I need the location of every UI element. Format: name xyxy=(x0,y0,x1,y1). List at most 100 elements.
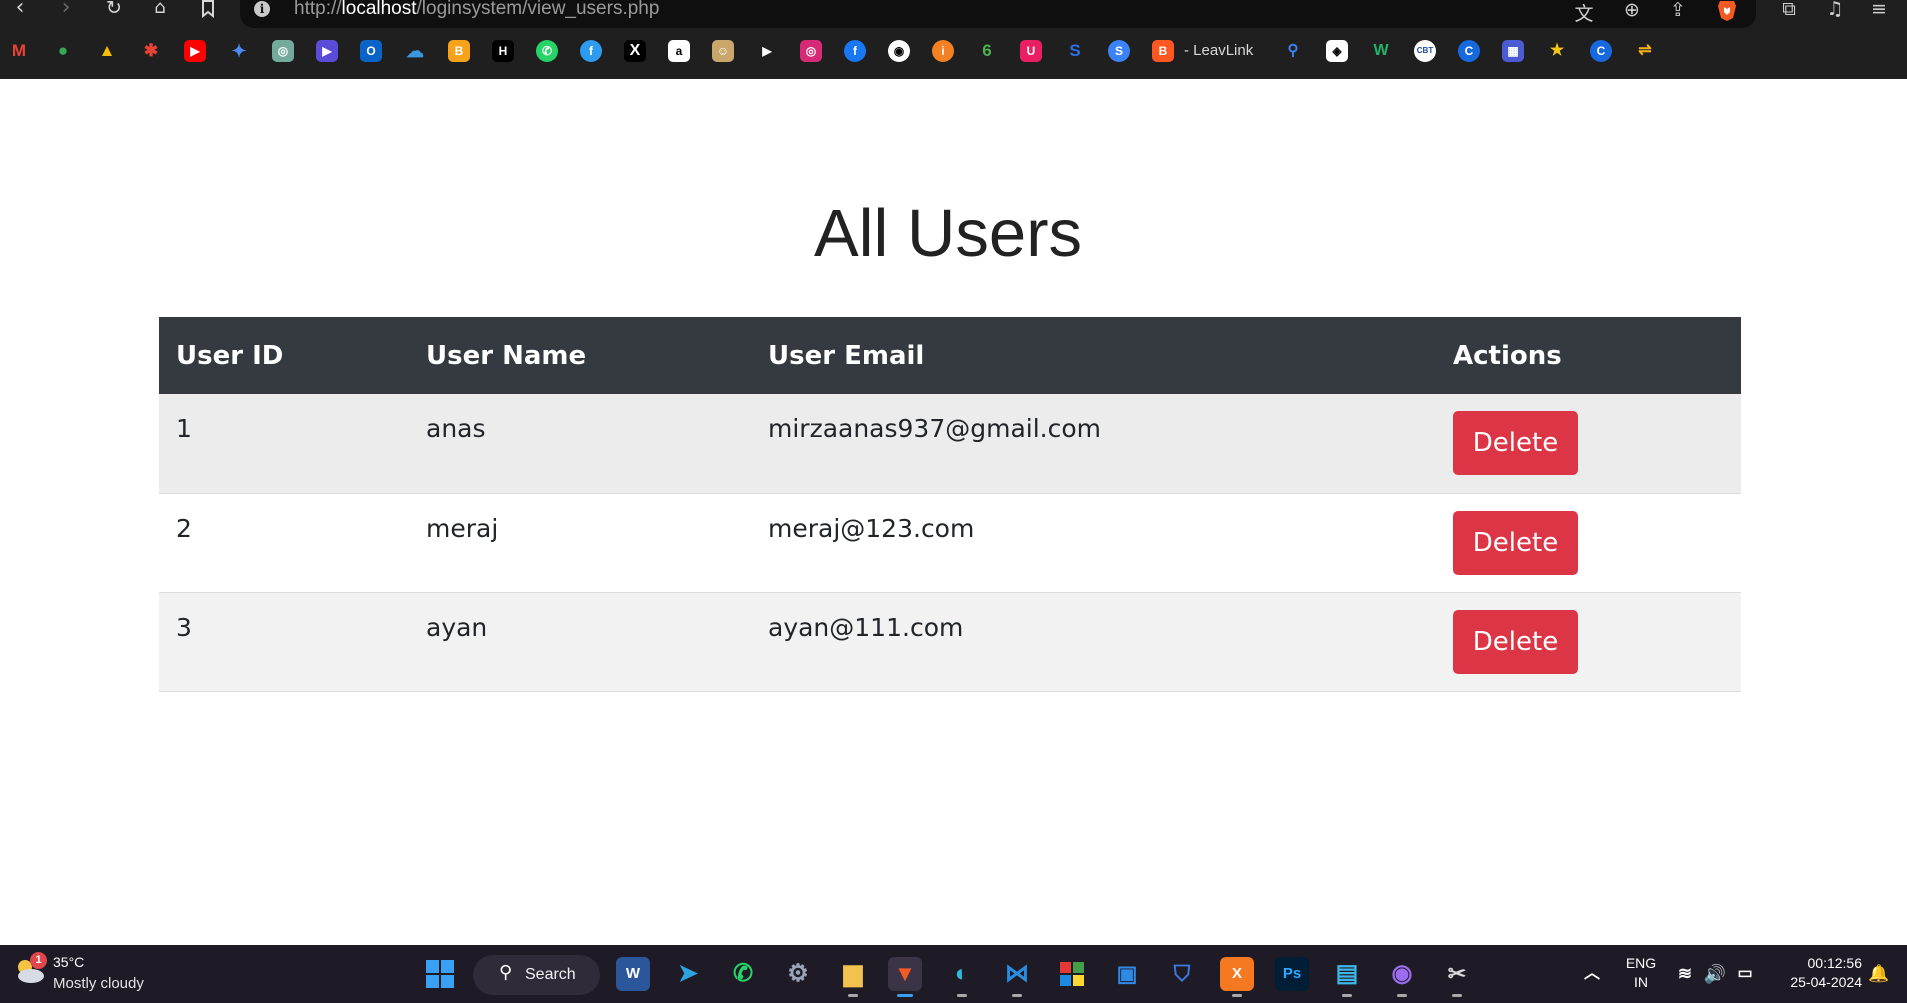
delete-button[interactable]: Delete xyxy=(1453,411,1578,475)
info-bookmark-icon[interactable]: i xyxy=(932,40,954,62)
bookmark-leavlink[interactable]: - LeavLink xyxy=(1184,42,1253,59)
column-header-user-email: User Email xyxy=(751,317,1436,394)
whatsapp-icon[interactable]: ✆ xyxy=(536,40,558,62)
github-icon[interactable]: ◉ xyxy=(888,40,910,62)
clock-date[interactable]: 25-04-2024 xyxy=(1772,974,1862,990)
menu-icon[interactable]: ≡ xyxy=(1866,0,1892,22)
chatgpt-icon[interactable]: ◎ xyxy=(272,40,294,62)
bookmark-arrow-icon[interactable]: ⇌ xyxy=(1634,40,1656,62)
maps-icon[interactable]: ● xyxy=(52,40,74,62)
language-indicator-top[interactable]: ENG xyxy=(1620,955,1662,971)
whatsapp-taskbar-icon[interactable]: ✆ xyxy=(726,957,760,991)
w-bookmark-icon[interactable]: W xyxy=(1370,40,1392,62)
home-icon[interactable]: ⌂ xyxy=(146,0,174,22)
codepen-icon[interactable]: ◈ xyxy=(1326,40,1348,62)
telegram-icon[interactable]: ➤ xyxy=(671,957,705,991)
vscode-icon[interactable]: ⋈ xyxy=(1000,957,1034,997)
defender-icon[interactable]: ⛉ xyxy=(1165,957,1199,991)
bookmark-s-icon[interactable]: S xyxy=(1064,40,1086,62)
x-icon[interactable]: X xyxy=(624,40,646,62)
search-bookmark-icon[interactable]: ⚲ xyxy=(1282,40,1304,62)
user-email-cell: ayan@111.com xyxy=(751,592,1436,692)
bookmark-u-icon[interactable]: U xyxy=(1020,40,1042,62)
table-row: 2 meraj meraj@123.com Delete xyxy=(159,493,1741,593)
user-id-cell: 1 xyxy=(159,394,409,494)
file-explorer-icon[interactable]: ▆ xyxy=(836,957,870,997)
extensions-icon[interactable]: ⧉ xyxy=(1776,0,1802,22)
snipping-tool-icon[interactable]: ✂ xyxy=(1440,957,1474,997)
photos-icon[interactable]: ✱ xyxy=(140,40,162,62)
blogger-icon[interactable]: B xyxy=(448,40,470,62)
reload-icon[interactable]: ↻ xyxy=(100,0,128,22)
facebook-icon[interactable]: f xyxy=(844,40,866,62)
url-text[interactable]: http://localhost/loginsystem/view_users.… xyxy=(294,0,659,20)
cbt-icon[interactable]: CBT xyxy=(1414,40,1436,62)
address-bar[interactable]: i http://localhost/loginsystem/view_user… xyxy=(240,0,1756,28)
weather-description[interactable]: Mostly cloudy xyxy=(53,975,144,992)
bookmark-icon[interactable] xyxy=(194,0,222,22)
gemini-icon[interactable]: ✦ xyxy=(228,40,250,62)
profile-bookmark-icon[interactable]: ☺ xyxy=(712,40,734,62)
back-arrow-icon[interactable]: ‹ xyxy=(6,0,34,22)
notepad-icon[interactable]: ▤ xyxy=(1330,957,1364,997)
blogger-leavlink-icon[interactable]: B xyxy=(1152,40,1174,62)
bookmark-c-icon[interactable]: C xyxy=(1458,40,1480,62)
flipkart-icon[interactable]: f xyxy=(580,40,602,62)
windows-start-icon[interactable] xyxy=(423,957,457,991)
site-info-icon[interactable]: i xyxy=(254,1,270,17)
share-icon[interactable]: ⇪ xyxy=(1666,0,1690,21)
user-name-cell: anas xyxy=(409,394,751,494)
language-indicator-bottom[interactable]: IN xyxy=(1620,974,1662,990)
bookmark-s2-icon[interactable]: S xyxy=(1108,40,1130,62)
taskbar-search-label: Search xyxy=(525,966,576,983)
translate-icon[interactable]: 文 xyxy=(1572,0,1596,25)
hackerrank-icon[interactable]: H xyxy=(492,40,514,62)
settings-gear-icon[interactable]: ⚙ xyxy=(781,957,815,991)
page-title: All Users xyxy=(813,196,1083,271)
store-icon[interactable]: ▣ xyxy=(1110,957,1144,991)
weather-temperature[interactable]: 35°C xyxy=(53,954,84,970)
play-icon[interactable]: ▶ xyxy=(756,40,778,62)
amazon-icon[interactable]: a xyxy=(668,40,690,62)
zoom-icon[interactable]: ⊕ xyxy=(1620,0,1644,21)
edge-icon[interactable]: ◐ xyxy=(945,957,979,997)
bookmark-c2-icon[interactable]: C xyxy=(1590,40,1612,62)
xampp-icon[interactable]: X xyxy=(1220,957,1254,997)
taskbar: 1 35°C Mostly cloudy ⚲ Search W ➤ ✆ ⚙ ▆ … xyxy=(0,945,1907,1003)
copilot-icon[interactable]: ▶ xyxy=(316,40,338,62)
youtube-icon[interactable]: ▶ xyxy=(184,40,206,62)
forward-arrow-icon[interactable]: › xyxy=(52,0,80,22)
gmail-icon[interactable]: M xyxy=(8,40,30,62)
github-desktop-icon[interactable]: ◉ xyxy=(1385,957,1419,997)
bookmark-star-icon[interactable]: ★ xyxy=(1546,40,1568,62)
drive-icon[interactable]: ▲ xyxy=(96,40,118,62)
volume-icon[interactable]: 🔊 xyxy=(1698,957,1732,991)
delete-button[interactable]: Delete xyxy=(1453,609,1578,674)
table-row: 3 ayan ayan@111.com Delete xyxy=(159,592,1741,692)
browser-toolbar: ‹ › ↻ ⌂ i http://localhost/loginsystem/v… xyxy=(0,0,1907,79)
instagram-icon[interactable]: ◎ xyxy=(800,40,822,62)
user-name-cell: ayan xyxy=(409,592,751,692)
colorful-app-icon[interactable] xyxy=(1055,957,1089,991)
table-row: 1 anas mirzaanas937@gmail.com Delete xyxy=(159,394,1741,494)
photoshop-icon[interactable]: Ps xyxy=(1275,957,1309,991)
word-icon[interactable]: W xyxy=(616,957,650,991)
brave-taskbar-icon[interactable]: ▼ xyxy=(888,957,922,997)
battery-icon[interactable]: ▭ xyxy=(1728,957,1762,991)
show-hidden-icons-chevron-icon[interactable]: ︿ xyxy=(1575,957,1609,991)
search-icon: ⚲ xyxy=(499,962,513,983)
taskbar-search[interactable]: ⚲ Search xyxy=(473,955,600,995)
bookmark-grid-icon[interactable]: ▦ xyxy=(1502,40,1524,62)
navigation-row: ‹ › ↻ ⌂ i http://localhost/loginsystem/v… xyxy=(0,0,1907,29)
clock-time[interactable]: 00:12:56 xyxy=(1772,955,1863,971)
delete-button[interactable]: Delete xyxy=(1453,510,1578,575)
user-email-cell: meraj@123.com xyxy=(751,493,1436,593)
notification-bell-icon[interactable]: 🔔 xyxy=(1862,957,1896,991)
leaf-icon[interactable]: 6 xyxy=(976,40,998,62)
wifi-icon[interactable]: ≋ xyxy=(1668,957,1702,991)
table-header-row: User ID User Name User Email Actions xyxy=(159,317,1741,394)
brave-shields-icon[interactable] xyxy=(1715,0,1739,21)
onedrive-icon[interactable]: ☁ xyxy=(404,40,426,62)
media-icon[interactable]: ♫ xyxy=(1822,0,1848,22)
outlook-icon[interactable]: O xyxy=(360,40,382,62)
